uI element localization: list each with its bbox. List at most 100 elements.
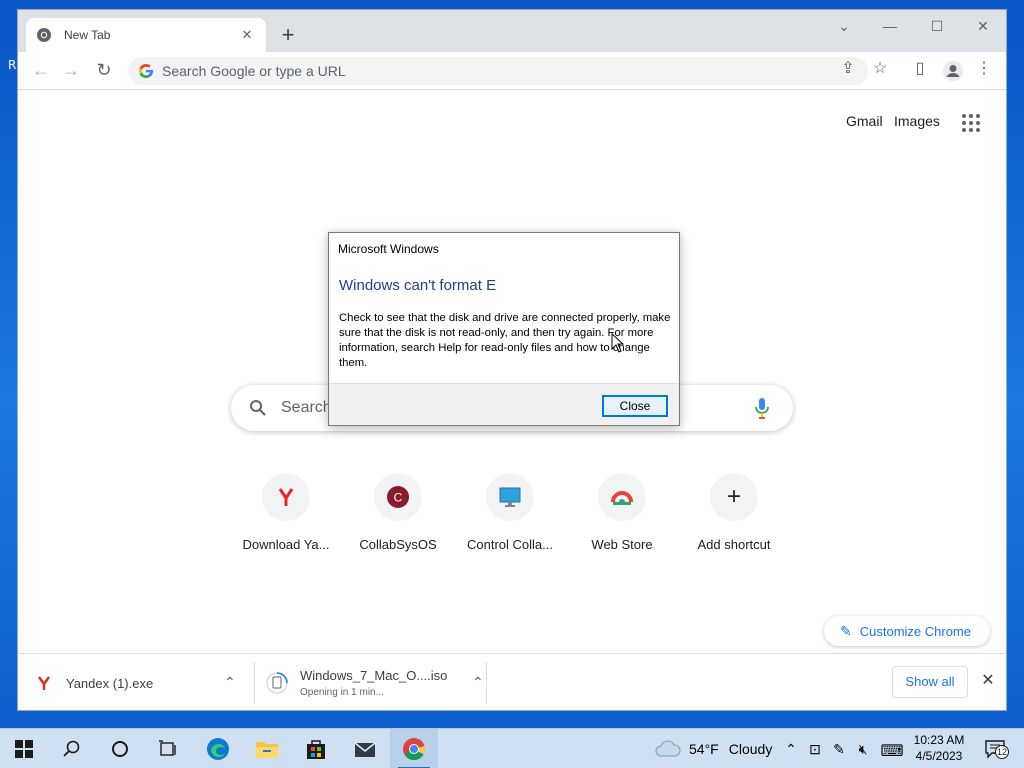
download-item[interactable]: Windows_7_Mac_O....iso Opening in 1 min.… [266,660,484,706]
omnibox[interactable] [128,57,868,85]
search-icon [63,740,80,757]
chevron-up-icon[interactable]: ⌃ [472,674,484,691]
new-tab-button[interactable]: + [276,24,300,48]
cortana-button[interactable] [96,729,144,768]
chrome-menu-icon[interactable]: ⋮ [974,58,994,78]
taskbar-mail-button[interactable] [341,729,389,768]
edge-icon [207,738,229,760]
shortcut-tile[interactable]: Control Colla... [454,463,566,552]
start-button[interactable] [0,729,48,768]
back-button[interactable]: ← [30,60,52,82]
download-divider [254,662,255,704]
google-apps-icon[interactable] [962,114,980,132]
tab-search-icon[interactable]: ⌄ [831,18,857,38]
windows-logo-icon [15,740,33,758]
browser-toolbar: ← → ↻ ⇪ ☆ ▯ ⋮ [18,52,1006,90]
network-icon[interactable]: ⊡ [806,741,824,758]
taskbar-chrome-button[interactable] [390,729,438,768]
download-item[interactable]: Yandex (1).exe ⌃ [36,660,246,706]
reload-button[interactable]: ↻ [93,60,115,82]
taskbar: 54°F Cloudy ⌃ ⊡ ✎ 🔇︎ ⌨ 10:23 AM 4/5/2023… [0,728,1024,768]
error-dialog: Microsoft Windows Windows can't format E… [328,232,680,426]
maximize-button[interactable]: ☐ [924,18,950,38]
close-window-button[interactable]: ✕ [970,18,996,38]
shortcut-tile[interactable]: Download Ya... [230,463,342,552]
taskbar-search-button[interactable] [48,729,96,768]
download-shelf: Yandex (1).exe ⌃ Windows_7_Mac_O....iso … [18,653,1006,710]
desktop-icons-edge: R [0,0,18,728]
customize-chrome-label: Customize Chrome [859,623,971,639]
bookmark-star-icon[interactable]: ☆ [870,58,890,78]
tab-close-icon[interactable]: ✕ [238,27,256,43]
desktop-icon-label-fragment: R [8,58,17,72]
ntp-search-placeholder: Search [281,399,332,416]
dialog-heading: Windows can't format E [339,277,497,294]
forward-button[interactable]: → [60,60,82,82]
gmail-link[interactable]: Gmail [846,113,883,129]
taskbar-clock[interactable]: 10:23 AM 4/5/2023 [906,732,972,764]
shortcut-label: Control Colla... [467,537,553,552]
side-panel-icon[interactable]: ▯ [910,58,930,78]
yandex-icon [38,676,50,690]
taskbar-edge-button[interactable] [194,729,242,768]
plus-icon: + [710,473,758,521]
shortcut-tile[interactable]: + Add shortcut [678,463,790,552]
webstore-icon [611,491,633,505]
notification-center-button[interactable]: 12 [984,739,1009,759]
dialog-window-title: Microsoft Windows [338,242,439,256]
mouse-cursor-icon [611,333,625,353]
show-all-button[interactable]: Show all [892,666,968,698]
task-view-button[interactable] [144,729,192,768]
chevron-up-icon[interactable]: ⌃ [224,674,236,691]
tab-new-tab[interactable]: New Tab ✕ [26,18,266,52]
chrome-icon [403,738,426,760]
download-status: Opening in 1 min... [300,687,384,698]
clock-date: 4/5/2023 [915,749,963,763]
download-divider [486,662,487,704]
shortcut-tile[interactable]: C CollabSysOS [342,463,454,552]
weather-condition: Cloudy [728,741,773,757]
minimize-button[interactable]: — [877,18,903,38]
tab-strip: New Tab ✕ + ⌄ — ☐ ✕ [18,10,1006,52]
tab-title: New Tab [64,28,111,42]
search-icon [250,400,266,416]
tray-overflow-chevron-icon[interactable]: ⌃ [782,741,800,758]
share-icon[interactable]: ⇪ [838,58,858,78]
store-bag-icon [307,740,325,759]
file-explorer-icon [256,742,278,758]
pencil-icon: ✎ [840,622,852,639]
images-link[interactable]: Images [894,113,940,129]
customize-chrome-button[interactable]: ✎ Customize Chrome [824,616,990,646]
download-filename: Windows_7_Mac_O....iso [300,668,448,683]
volume-muted-icon[interactable]: 🔇︎ [854,741,872,758]
weather-temperature: 54°F [689,741,719,757]
file-progress-icon [266,672,288,694]
shortcut-label: CollabSysOS [359,537,437,552]
cloud-icon [655,740,681,757]
yandex-icon [278,488,294,506]
omnibox-input[interactable] [162,63,822,79]
pen-icon[interactable]: ✎ [830,741,848,758]
shortcut-tile[interactable]: Web Store [566,463,678,552]
shortcut-label: Add shortcut [697,537,771,552]
svg-text:C: C [394,491,403,505]
weather-widget[interactable]: 54°F Cloudy [655,729,772,768]
download-filename: Yandex (1).exe [66,675,154,691]
clock-time: 10:23 AM [913,733,965,747]
notification-count-badge: 12 [995,745,1009,759]
dialog-footer: Close [329,383,679,425]
taskbar-explorer-button[interactable] [243,729,291,768]
google-g-icon [139,64,153,78]
collab-c-icon: C [387,486,409,508]
chrome-icon [37,28,51,42]
close-download-shelf-icon[interactable]: ✕ [980,670,996,690]
microphone-icon[interactable] [753,397,771,419]
shortcuts-grid: Download Ya... C CollabSysOS Control Col… [230,463,794,573]
mail-icon [354,742,376,757]
keyboard-icon[interactable]: ⌨ [880,741,904,761]
taskbar-store-button[interactable] [292,729,340,768]
dialog-close-button[interactable]: Close [602,395,668,417]
profile-avatar-icon[interactable] [942,60,964,82]
task-view-icon [159,740,176,756]
cortana-ring-icon [112,741,128,757]
